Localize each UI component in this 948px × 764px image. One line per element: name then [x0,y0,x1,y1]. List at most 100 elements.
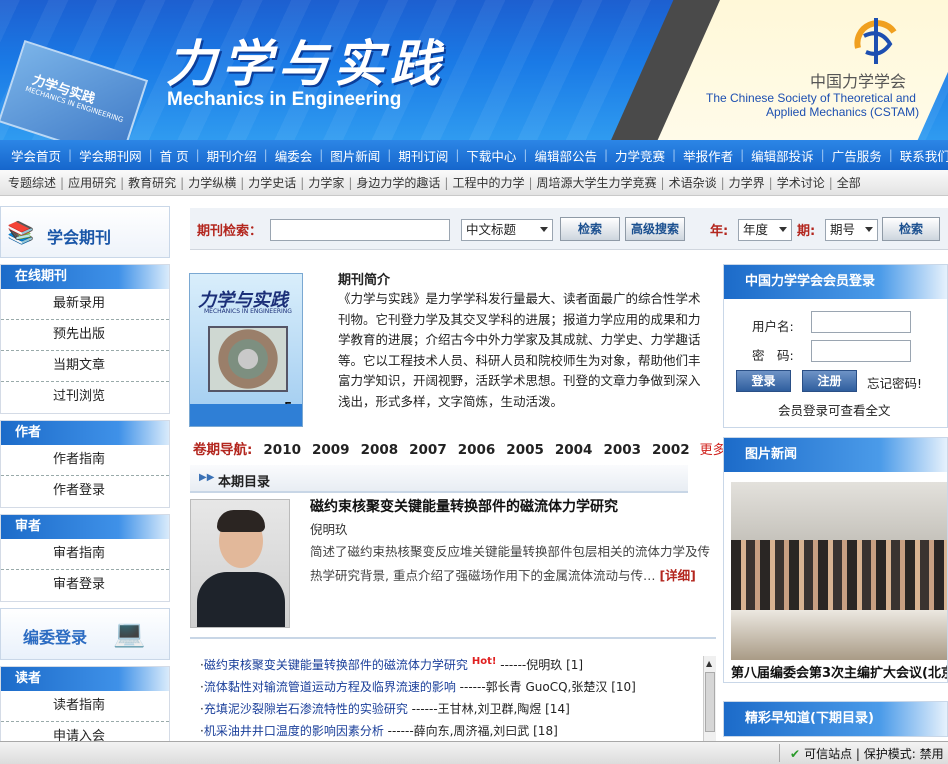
photo-news-image[interactable]: 123 [731,482,947,660]
nav-item[interactable]: 期刊订阅 [391,146,455,165]
sidebar-item-reader-guide[interactable]: 读者指南 [1,691,169,722]
nav-item[interactable]: 广告服务 [825,146,889,165]
sidebar-section-title: 在线期刊 [1,265,169,289]
category-item[interactable]: 力学史话 [244,174,300,191]
nav-item[interactable]: 举报作者 [676,146,740,165]
volume-year-link[interactable]: 2009 [312,442,350,458]
sidebar-item[interactable]: 作者指南 [1,445,169,476]
volume-year-link[interactable]: 2010 [263,442,301,458]
content-divider [190,637,716,639]
nav-item[interactable]: 图片新闻 [323,146,387,165]
nav-item[interactable]: 联系我们 [893,146,948,165]
member-login-header: 中国力学学会会员登录 [724,265,947,299]
password-label: 密 码: [752,348,794,363]
article-page: [18] [533,724,558,738]
volume-year-link[interactable]: 2007 [409,442,447,458]
issue-select[interactable]: 期号 [825,219,878,241]
nav-item[interactable]: 下载中心 [459,146,523,165]
volume-year-link[interactable]: 2008 [361,442,399,458]
volume-more-link[interactable]: 更多 [700,443,726,458]
login-button[interactable]: 登录 [736,370,791,392]
main-nav: 学会首页 | 学会期刊网 | 首 页 | 期刊介绍 | 编委会 | 图片新闻 | 期刊订阅 | 下载中心 | 编… [0,140,948,170]
books-icon: 📚 [7,221,35,246]
chevron-down-icon [540,227,548,232]
nav-item[interactable]: 学会首页 [4,146,68,165]
nav-item[interactable]: 力学竞赛 [608,146,672,165]
search-button[interactable]: 检索 [560,217,620,241]
security-zone[interactable]: ✔ 可信站点 | 保护模式: 禁用 [790,745,944,762]
cover-machine-illustration [208,326,288,392]
article-title-link[interactable]: 流体黏性对输流管道运动方程及临界流速的影响 [204,680,456,694]
volume-year-link[interactable]: 2002 [652,442,690,458]
featured-article-summary: 简述了磁约束热核聚变反应堆关键能量转换部件包层相关的流体力学及传热学研究背景, … [310,540,714,588]
nav-item[interactable]: 编委会 [268,146,320,165]
sidebar-item[interactable]: 审者指南 [1,539,169,570]
search-field-select[interactable]: 中文标题 [461,219,553,241]
scrollbar-thumb[interactable] [705,672,715,732]
category-item[interactable]: 身边力学的趣话 [352,174,444,191]
register-button[interactable]: 注册 [802,370,857,392]
next-issue-header[interactable]: 精彩早知道(下期目录) [724,702,947,736]
category-item[interactable]: 周培源大学生力学竞赛 [533,174,661,191]
search-input[interactable] [270,219,450,241]
sidebar-section: 在线期刊 最新录用 预先出版 当期文章 过刊浏览 [0,264,170,414]
category-item[interactable]: 专题综述 [4,174,60,191]
browser-status-bar: ✔ 可信站点 | 保护模式: 禁用 [0,741,948,764]
cstam-logo [854,18,897,64]
issue-search-button[interactable]: 检索 [882,217,940,241]
volume-year-link[interactable]: 2003 [603,442,641,458]
author-photo-hair [217,510,265,532]
volume-year-link[interactable]: 2006 [458,442,496,458]
article-authors: ------薛向东,周济福,刘曰武 [387,724,530,738]
password-input[interactable] [811,340,911,362]
double-arrow-icon: ▶▶ [199,472,215,483]
category-item[interactable]: 应用研究 [64,174,120,191]
cover-footer-band [190,404,302,426]
detail-link[interactable]: [详细] [659,568,695,583]
category-item[interactable]: 力学界 [725,174,769,191]
sidebar-item[interactable]: 预先出版 [1,320,169,351]
category-item[interactable]: 力学家 [304,174,348,191]
nav-item[interactable]: 编辑部公告 [527,146,604,165]
photo-news-caption[interactable]: 第八届编委会第3次主编扩大会议(北京) [731,662,947,681]
article-authors: ------郭长青 GuoCQ,张楚汉 [459,680,608,694]
category-item[interactable]: 术语杂谈 [665,174,721,191]
sidebar-item[interactable]: 当期文章 [1,351,169,382]
featured-article-title[interactable]: 磁约束核聚变关键能量转换部件的磁流体力学研究 [310,496,618,516]
featured-summary-text: 简述了磁约束热核聚变反应堆关键能量转换部件包层相关的流体力学及传热学研究背景, … [310,544,711,583]
sidebar-item[interactable]: 审者登录 [1,570,169,601]
category-item[interactable]: 全部 [833,174,865,191]
photo-table [731,610,947,660]
sidebar-item[interactable]: 过刊浏览 [1,382,169,413]
username-input[interactable] [811,311,911,333]
article-list-scrollbar[interactable]: ▲ [703,656,716,746]
featured-article-author: 倪明玖 [310,522,348,537]
category-item[interactable]: 力学纵横 [184,174,240,191]
volume-year-link[interactable]: 2004 [555,442,593,458]
nav-item[interactable]: 期刊介绍 [200,146,264,165]
article-title-link[interactable]: 磁约束核聚变关键能量转换部件的磁流体力学研究 [204,658,468,672]
journal-cover[interactable]: 力学与实践 MECHANICS IN ENGINEERING 5 [189,273,303,427]
article-title-link[interactable]: 充填泥沙裂隙岩石渗流特性的实验研究 [204,702,408,716]
year-select[interactable]: 年度 [738,219,792,241]
photo-news-header: 图片新闻 [724,438,947,472]
article-title-link[interactable]: 机采油井井口温度的影响因素分析 [204,724,384,738]
year-select-value: 年度 [743,222,769,237]
nav-item[interactable]: 首 页 [153,146,196,165]
category-item[interactable]: 学术讨论 [773,174,829,191]
advanced-search-button[interactable]: 高级搜索 [625,217,685,241]
nav-item[interactable]: 编辑部投诉 [744,146,821,165]
sidebar-item[interactable]: 最新录用 [1,289,169,320]
society-en-name-1: The Chinese Society of Theoretical and [706,91,916,105]
forgot-password-link[interactable]: 忘记密码! [867,373,922,392]
volume-year-link[interactable]: 2005 [506,442,544,458]
category-item[interactable]: 工程中的力学 [448,174,528,191]
category-item[interactable]: 教育研究 [124,174,180,191]
sidebar-item[interactable]: 作者登录 [1,476,169,507]
chevron-down-icon [779,227,787,232]
scroll-up-icon[interactable]: ▲ [706,659,712,668]
editor-login-banner[interactable]: 编委登录 💻 [0,608,170,660]
article-page: [14] [545,702,570,716]
nav-item[interactable]: 学会期刊网 [72,146,149,165]
article-authors: ------倪明玖 [500,658,563,672]
